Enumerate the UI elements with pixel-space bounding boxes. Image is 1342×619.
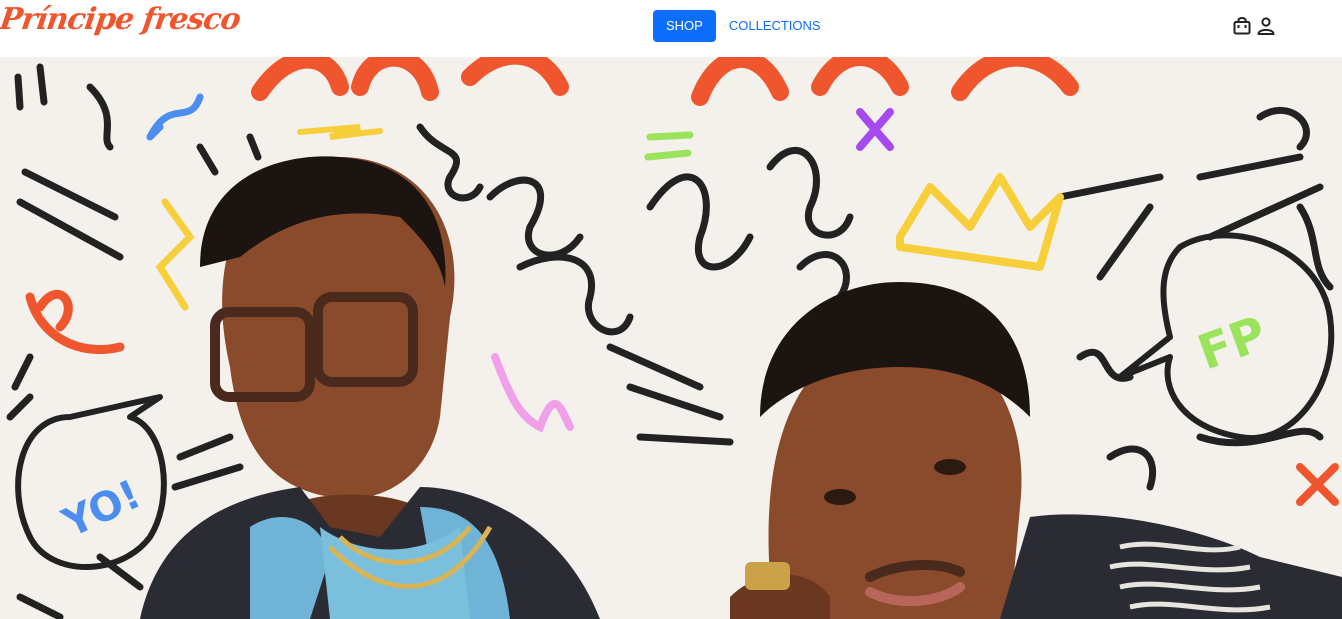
user-icon[interactable]	[1256, 16, 1276, 36]
nav-collections-link[interactable]: COLLECTIONS	[716, 10, 834, 42]
main-nav: SHOP COLLECTIONS	[653, 10, 834, 42]
nav-shop-button[interactable]: SHOP	[653, 10, 716, 42]
navbar: Príncipe fresco SHOP COLLECTIONS	[0, 0, 1342, 57]
brand-logo[interactable]: Príncipe fresco	[0, 2, 242, 37]
hero-image: YO! FP	[0, 57, 1342, 619]
nav-icons	[1232, 16, 1276, 36]
shopping-bag-icon[interactable]	[1232, 16, 1252, 36]
